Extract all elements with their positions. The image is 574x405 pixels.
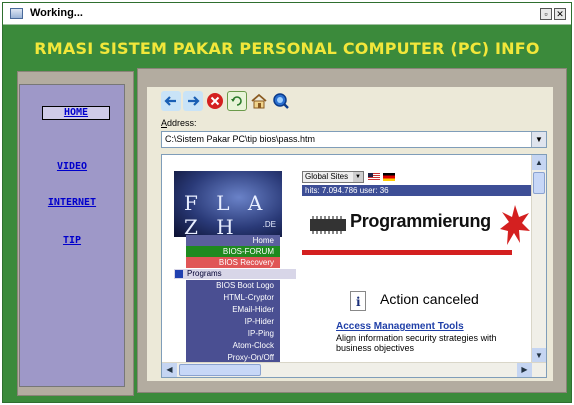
us-flag-icon[interactable]	[368, 173, 380, 181]
stop-icon[interactable]	[205, 91, 225, 111]
menu-ip-ping[interactable]: IP-Ping	[186, 328, 280, 340]
embedded-browser: Address: C:\Sistem Pakar PC\tip bios\pas…	[147, 87, 553, 381]
menu-boot-logo[interactable]: BIOS Boot Logo	[186, 280, 280, 292]
scroll-right-icon[interactable]: ▶	[517, 363, 532, 377]
german-flag-icon[interactable]	[383, 173, 395, 181]
browser-viewport: F L A Z H .DE Home BIOS-FORUM BIOS Recov…	[161, 154, 547, 378]
burst-icon	[500, 205, 530, 245]
scroll-up-icon[interactable]: ▲	[532, 155, 546, 170]
restore-button[interactable]: ▫	[540, 8, 552, 20]
address-input[interactable]: C:\Sistem Pakar PC\tip bios\pass.htm ▼	[161, 131, 547, 148]
programs-header: Programs	[174, 269, 296, 279]
nav-menu: HOME VIDEO INTERNET TIP	[19, 84, 125, 387]
nav-video-link[interactable]: VIDEO	[20, 161, 124, 172]
scroll-down-icon[interactable]: ▼	[532, 348, 546, 363]
menu-ip-hider[interactable]: IP-Hider	[186, 316, 280, 328]
chip-icon	[310, 216, 346, 234]
nav-home-link[interactable]: HOME	[42, 106, 110, 120]
flazh-logo: F L A Z H .DE	[174, 171, 282, 239]
menu-bios-recovery[interactable]: BIOS Recovery	[186, 257, 280, 268]
chevron-down-icon: ▼	[353, 172, 363, 182]
programmierung-banner: Programmierung	[302, 197, 532, 255]
back-icon[interactable]	[161, 91, 181, 111]
programs-menu: BIOS Boot Logo HTML-Cryptor EMail-Hider …	[186, 280, 280, 364]
global-sites-select[interactable]: Global Sites ▼	[302, 171, 364, 183]
menu-html-cryptor[interactable]: HTML-Cryptor	[186, 292, 280, 304]
hits-counter: hits: 7.094.786 user: 36	[302, 185, 532, 196]
vertical-scrollbar[interactable]: ▲ ▼	[531, 155, 546, 363]
menu-home[interactable]: Home	[186, 235, 280, 246]
horizontal-scrollbar[interactable]: ◀ ▶	[162, 362, 546, 377]
close-button[interactable]: ✕	[554, 8, 566, 20]
programs-bullet-icon	[175, 270, 183, 278]
home-icon[interactable]	[249, 91, 269, 111]
hscroll-thumb[interactable]	[179, 364, 261, 376]
app-heading: RMASI SISTEM PAKAR PERSONAL COMPUTER (PC…	[34, 39, 540, 58]
scroll-left-icon[interactable]: ◀	[162, 363, 177, 377]
search-icon[interactable]	[271, 91, 291, 111]
refresh-icon[interactable]	[227, 91, 247, 111]
menu-email-hider[interactable]: EMail-Hider	[186, 304, 280, 316]
ad-description: Align information security strategies wi…	[336, 333, 497, 353]
address-dropdown-icon[interactable]: ▼	[531, 132, 546, 147]
window-title: Working...	[30, 7, 83, 19]
ad-link[interactable]: Access Management Tools	[336, 321, 464, 332]
forward-icon[interactable]	[183, 91, 203, 111]
address-label: Address:	[161, 118, 197, 128]
scroll-thumb[interactable]	[533, 172, 545, 194]
menu-atom-clock[interactable]: Atom-Clock	[186, 340, 280, 352]
info-icon: i	[350, 291, 366, 311]
nav-internet-link[interactable]: INTERNET	[20, 197, 124, 208]
window-icon	[10, 8, 23, 19]
menu-bios-forum[interactable]: BIOS-FORUM	[186, 246, 280, 257]
site-menu: Home BIOS-FORUM BIOS Recovery	[186, 235, 280, 268]
nav-tip-link[interactable]: TIP	[20, 235, 124, 246]
title-bar: Working... ▫ ✕	[3, 3, 571, 25]
action-canceled-message: Action canceled	[380, 291, 479, 307]
